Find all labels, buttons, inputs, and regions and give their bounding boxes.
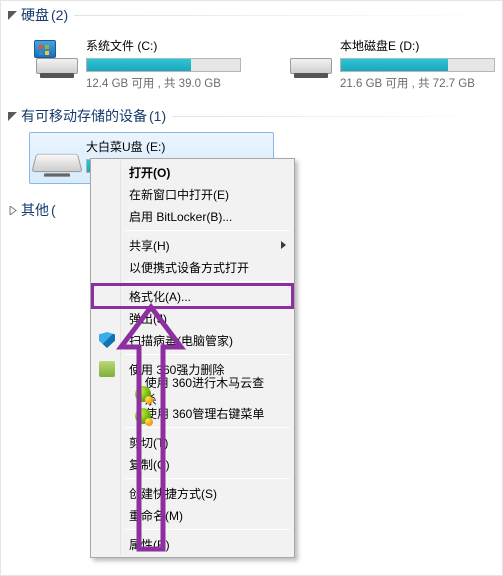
drive-d[interactable]: 本地磁盘E (D:) 21.6 GB 可用 , 共 72.7 GB <box>283 31 502 96</box>
menu-label: 在新窗口中打开(E) <box>129 186 229 203</box>
menu-open[interactable]: 打开(O) <box>93 161 292 183</box>
collapse-triangle-icon <box>7 10 17 20</box>
section-count: (1) <box>149 108 166 124</box>
menu-label: 以便携式设备方式打开 <box>129 259 249 276</box>
section-label: 硬盘 <box>21 5 49 25</box>
section-header-hdd[interactable]: 硬盘 (2) <box>1 1 502 29</box>
hdd-drives-row: 系统文件 (C:) 12.4 GB 可用 , 共 39.0 GB 本地磁盘E (… <box>1 29 502 102</box>
orb-icon <box>135 386 151 402</box>
menu-cut[interactable]: 剪切(T) <box>93 431 292 453</box>
capacity-bar <box>86 58 241 72</box>
menu-label: 启用 BitLocker(B)... <box>129 208 232 225</box>
drive-c[interactable]: 系统文件 (C:) 12.4 GB 可用 , 共 39.0 GB <box>29 31 248 96</box>
section-header-removable[interactable]: 有可移动存储的设备 (1) <box>1 102 502 130</box>
section-count: (2) <box>51 7 68 23</box>
menu-separator <box>125 529 290 530</box>
section-label: 其他 <box>21 200 49 220</box>
menu-create-shortcut[interactable]: 创建快捷方式(S) <box>93 482 292 504</box>
menu-separator <box>125 354 290 355</box>
menu-properties[interactable]: 属性(R) <box>93 533 292 555</box>
drive-name: 大白菜U盘 (E:) <box>86 138 267 155</box>
section-count: ( <box>51 202 56 218</box>
menu-label: 使用 360管理右键菜单 <box>145 405 264 422</box>
expand-triangle-icon <box>7 205 17 215</box>
capacity-bar <box>340 58 495 72</box>
menu-label: 剪切(T) <box>129 434 168 451</box>
collapse-triangle-icon <box>7 111 17 121</box>
menu-separator <box>125 478 290 479</box>
menu-eject[interactable]: 弹出(J) <box>93 307 292 329</box>
menu-label: 重命名(M) <box>129 507 183 524</box>
menu-separator <box>125 427 290 428</box>
menu-format[interactable]: 格式化(A)... <box>93 285 292 307</box>
context-menu: 打开(O) 在新窗口中打开(E) 启用 BitLocker(B)... 共享(H… <box>90 158 295 558</box>
drive-stats: 12.4 GB 可用 , 共 39.0 GB <box>86 75 241 91</box>
usb-drive-icon <box>34 137 80 179</box>
menu-label: 共享(H) <box>129 237 170 254</box>
menu-rename[interactable]: 重命名(M) <box>93 504 292 526</box>
menu-separator <box>125 281 290 282</box>
menu-label: 格式化(A)... <box>129 288 191 305</box>
menu-label: 打开(O) <box>129 164 170 181</box>
menu-open-as-portable[interactable]: 以便携式设备方式打开 <box>93 256 292 278</box>
submenu-arrow-icon <box>281 241 286 249</box>
menu-360-trojan-scan[interactable]: 使用 360进行木马云查杀 <box>93 380 292 402</box>
drive-name: 本地磁盘E (D:) <box>340 37 495 54</box>
menu-label: 创建快捷方式(S) <box>129 485 217 502</box>
menu-label: 属性(R) <box>129 536 170 553</box>
shield-icon <box>99 332 115 348</box>
section-rule <box>74 15 502 16</box>
drive-name: 系统文件 (C:) <box>86 37 241 54</box>
menu-copy[interactable]: 复制(C) <box>93 453 292 475</box>
menu-share[interactable]: 共享(H) <box>93 234 292 256</box>
menu-separator <box>125 230 290 231</box>
menu-label: 扫描病毒(电脑管家) <box>129 332 233 349</box>
orb-icon <box>135 408 151 424</box>
menu-open-new-window[interactable]: 在新窗口中打开(E) <box>93 183 292 205</box>
menu-scan-virus[interactable]: 扫描病毒(电脑管家) <box>93 329 292 351</box>
menu-label: 弹出(J) <box>129 310 167 327</box>
menu-label: 复制(C) <box>129 456 170 473</box>
section-rule <box>172 116 502 117</box>
menu-360-manage-menu[interactable]: 使用 360管理右键菜单 <box>93 402 292 424</box>
menu-bitlocker[interactable]: 启用 BitLocker(B)... <box>93 205 292 227</box>
hdd-icon <box>288 36 334 78</box>
trash-icon <box>99 361 115 377</box>
drive-stats: 21.6 GB 可用 , 共 72.7 GB <box>340 75 495 91</box>
section-label: 有可移动存储的设备 <box>21 106 147 126</box>
hdd-icon <box>34 36 80 78</box>
